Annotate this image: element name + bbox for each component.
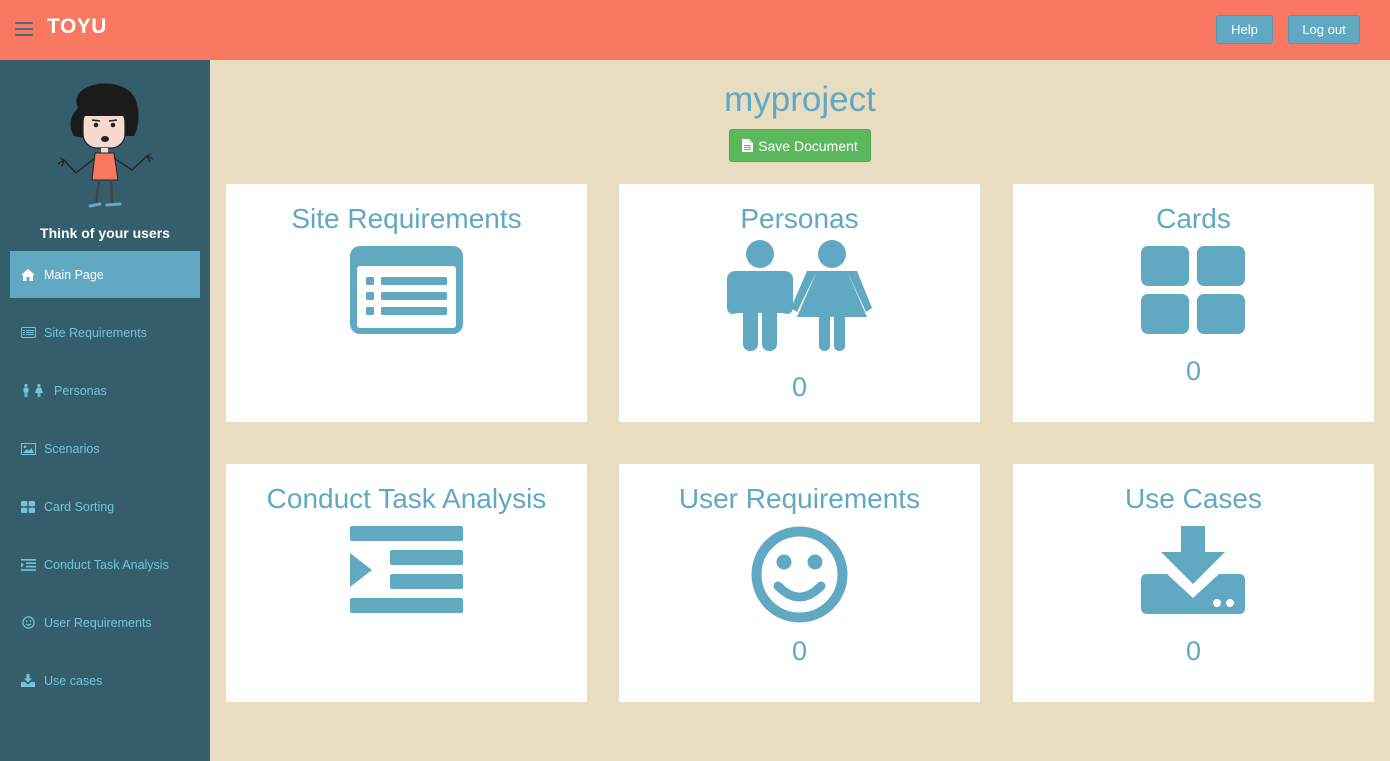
logout-button[interactable]: Log out [1288,15,1360,44]
save-document-button[interactable]: Save Document [729,129,871,162]
help-button[interactable]: Help [1216,15,1273,44]
smiley-icon [751,526,848,623]
top-bar: TOYU Help Log out [0,0,1390,60]
sidebar-item-label: User Requirements [44,615,152,630]
sidebar-item-use-cases[interactable]: Use cases [10,657,200,704]
file-icon [742,139,754,152]
card-count: 0 [1185,636,1202,666]
sidebar-item-label: Personas [54,383,107,398]
indent-icon [20,558,36,572]
avatar-illustration [57,83,154,208]
card-count: 0 [791,636,808,666]
grid-icon [20,500,36,514]
sidebar-item-label: Use cases [44,673,103,688]
card-site-requirements[interactable]: Site Requirements [226,184,587,422]
card-count: 0 [791,372,808,402]
home-icon [20,268,36,282]
sidebar: Think of your users Main Page Site Requi… [0,60,210,761]
card-title: User Requirements [678,483,921,514]
sidebar-item-user-requirements[interactable]: User Requirements [10,599,200,646]
download-icon [20,674,36,688]
picture-icon [20,442,36,456]
card-title: Use Cases [1125,483,1262,514]
sidebar-item-label: Scenarios [44,441,100,456]
brand-logo[interactable]: TOYU [47,15,107,39]
card-title: Conduct Task Analysis [266,483,547,514]
sidebar-item-card-sorting[interactable]: Card Sorting [10,483,200,530]
male-female-icon [20,384,46,398]
grid-icon [1141,246,1245,334]
list-icon [350,246,463,334]
card-title: Personas [740,203,859,234]
save-document-label: Save Document [758,137,858,154]
download-icon [1141,526,1245,614]
smiley-icon [20,616,36,630]
card-use-cases[interactable]: Use Cases 0 [1013,464,1374,702]
sidebar-item-main-page[interactable]: Main Page [10,251,200,298]
sidebar-item-conduct-task-analysis[interactable]: Conduct Task Analysis [10,541,200,588]
sidebar-item-personas[interactable]: Personas [10,367,200,414]
indent-icon [350,526,463,613]
sidebar-item-label: Main Page [44,267,104,282]
card-personas[interactable]: Personas 0 [619,184,980,422]
sidebar-item-scenarios[interactable]: Scenarios [10,425,200,472]
card-count: 0 [1185,356,1202,386]
sidebar-item-label: Conduct Task Analysis [44,557,169,572]
sidebar-item-label: Site Requirements [44,325,147,340]
project-title: myproject [724,80,876,119]
sidebar-item-label: Card Sorting [44,499,115,514]
sidebar-item-site-requirements[interactable]: Site Requirements [10,309,200,356]
male-female-icon [727,240,872,351]
card-conduct-task-analysis[interactable]: Conduct Task Analysis [226,464,587,702]
menu-icon[interactable] [15,22,33,36]
card-cards[interactable]: Cards 0 [1013,184,1374,422]
card-title: Site Requirements [291,203,522,234]
sidebar-tagline: Think of your users [40,225,170,241]
card-user-requirements[interactable]: User Requirements 0 [619,464,980,702]
list-icon [20,326,36,340]
card-title: Cards [1156,203,1231,234]
